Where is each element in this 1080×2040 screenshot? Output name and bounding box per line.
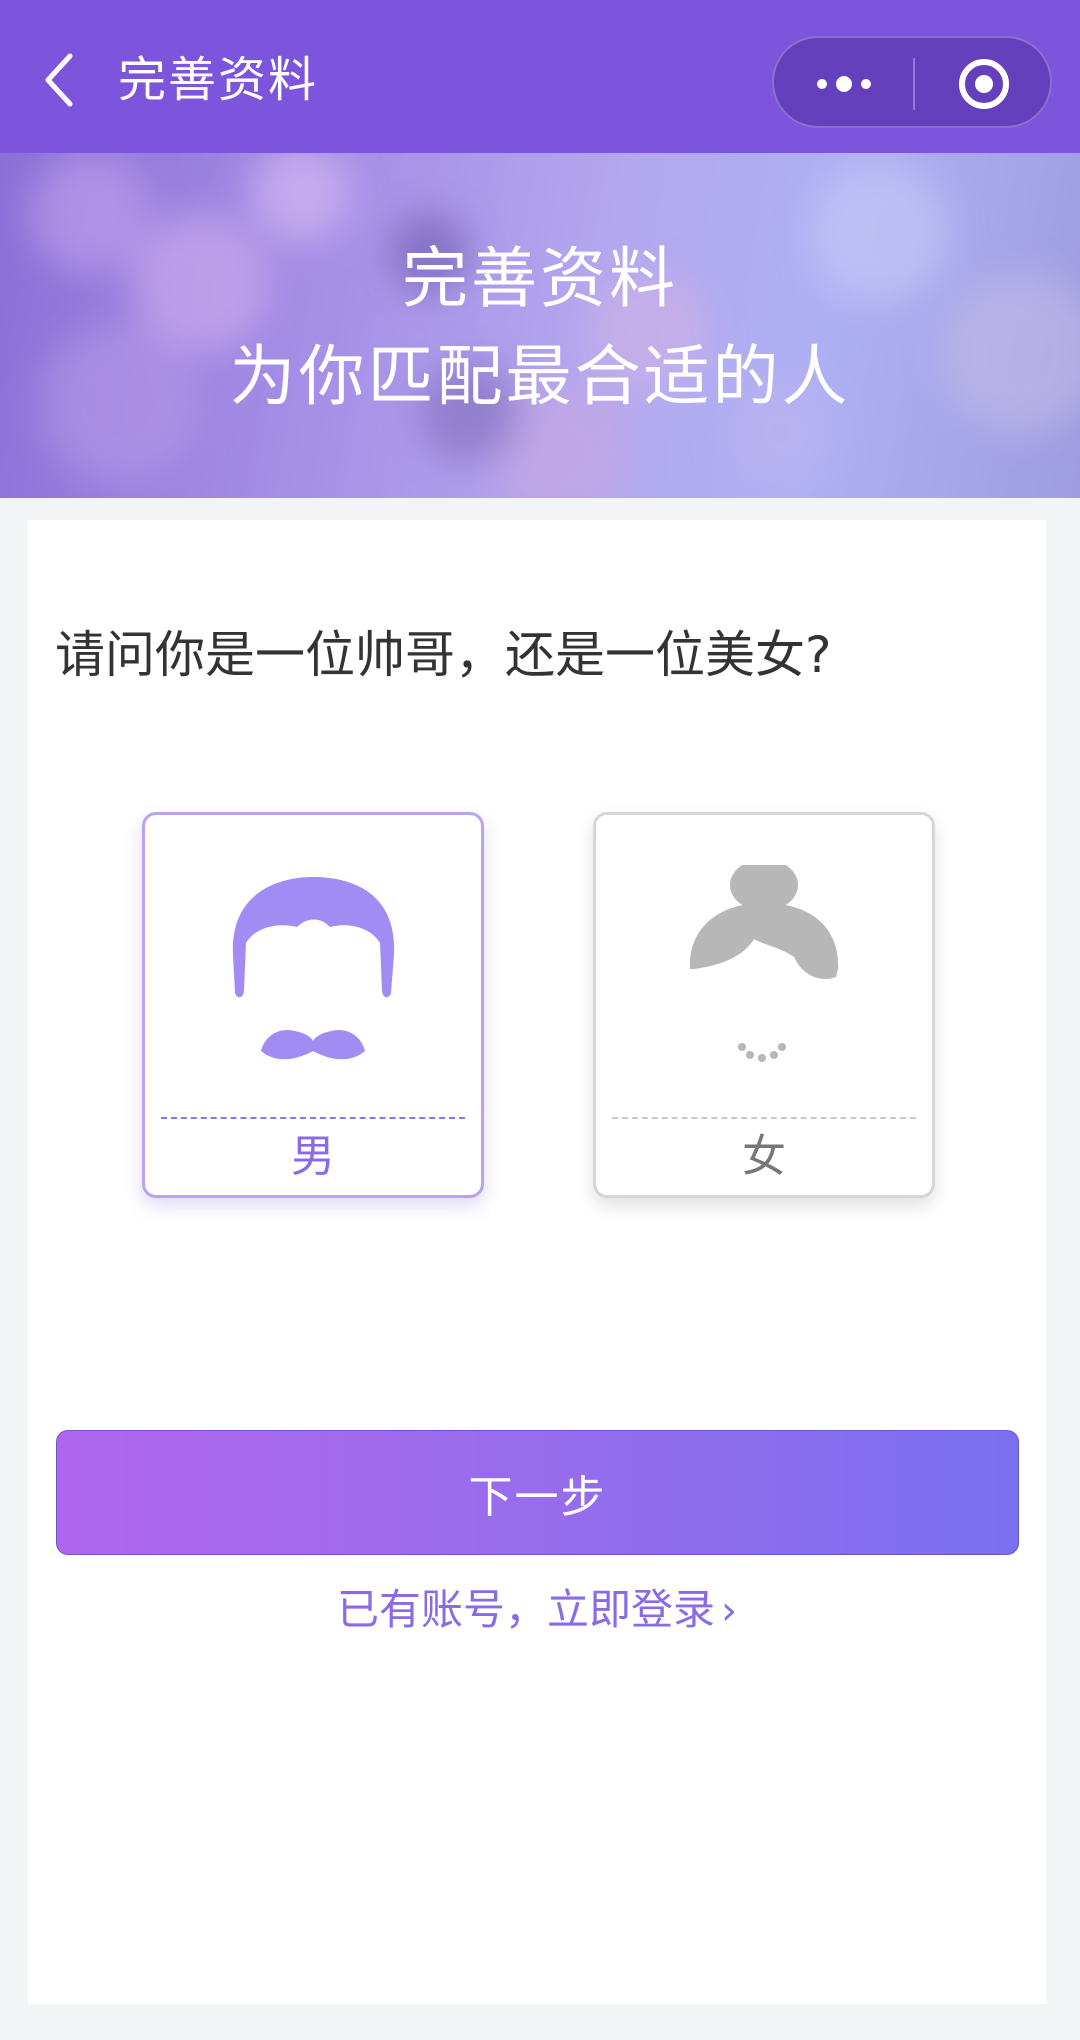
nav-bar: 完善资料 (0, 0, 1080, 153)
more-dots-icon (817, 76, 871, 92)
gender-label-female: 女 (742, 1131, 786, 1182)
banner-background-image (30, 153, 1080, 498)
banner-title: 完善资料 (402, 240, 678, 317)
login-link-label: 已有账号，立即登录 (336, 1585, 715, 1634)
profile-card: 请问你是一位帅哥，还是一位美女? 男 女 下一步 已有账号，立即登录 › (28, 520, 1046, 2004)
target-icon (959, 59, 1009, 109)
next-button[interactable]: 下一步 (56, 1430, 1019, 1555)
close-mini-program-button[interactable] (944, 54, 1024, 114)
gender-label-male: 男 (291, 1131, 335, 1182)
capsule-divider (913, 58, 915, 110)
chevron-left-icon (45, 53, 73, 107)
male-avatar-icon (232, 877, 395, 1060)
gender-question: 请问你是一位帅哥，还是一位美女? (55, 626, 832, 684)
banner-subtitle: 为你匹配最合适的人 (229, 338, 851, 415)
option-divider (161, 1117, 465, 1119)
hero-banner: 完善资料 为你匹配最合适的人 (0, 153, 1080, 498)
login-link[interactable]: 已有账号，立即登录 › (28, 1580, 1046, 1641)
chevron-right-icon: › (721, 1588, 737, 1634)
gender-option-female[interactable]: 女 (593, 812, 935, 1198)
mini-program-capsule (772, 36, 1052, 128)
female-avatar-icon (689, 865, 839, 1062)
page-title: 完善资料 (118, 52, 319, 108)
more-button[interactable] (804, 54, 884, 114)
option-divider (612, 1117, 916, 1119)
gender-option-male[interactable]: 男 (142, 812, 484, 1198)
back-button[interactable] (30, 40, 90, 120)
